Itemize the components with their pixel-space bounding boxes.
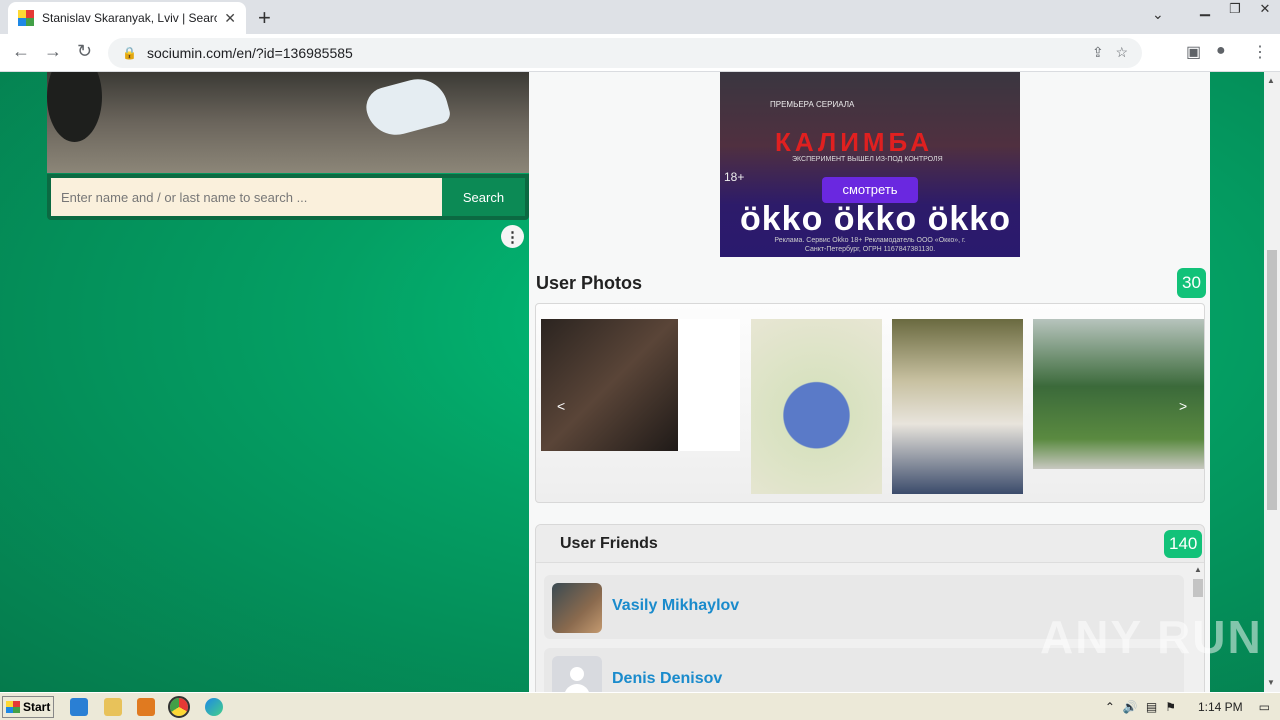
scroll-up-arrow-icon[interactable]: ▲ bbox=[1194, 565, 1202, 574]
default-user-avatar-icon[interactable] bbox=[552, 656, 602, 692]
file-explorer-icon[interactable] bbox=[104, 698, 122, 716]
address-bar[interactable]: 🔒 sociumin.com/en/?id=136985585 ⇪ ☆ bbox=[108, 38, 1142, 68]
page-scrollbar-thumb[interactable] bbox=[1267, 250, 1277, 510]
ad-fine-print: Реклама. Сервис Okko 18+ Рекламодатель О… bbox=[774, 237, 966, 253]
share-and-bookmark-icons[interactable]: ⇪ ☆ bbox=[1092, 44, 1128, 61]
window-controls: ▁ ❐ ✕ bbox=[1190, 0, 1280, 22]
search-input[interactable] bbox=[51, 178, 442, 216]
edge-icon[interactable] bbox=[205, 698, 223, 716]
main-content: ПРЕМЬЕРА СЕРИАЛА КАЛИМБА ЭКСПЕРИМЕНТ ВЫШ… bbox=[529, 72, 1210, 692]
scroll-down-arrow-icon[interactable]: ▼ bbox=[1267, 678, 1275, 687]
friends-count-badge: 140 bbox=[1164, 530, 1203, 558]
ad-okko-logos: ökko ökko ökko bbox=[740, 200, 1011, 238]
new-tab-button[interactable]: + bbox=[258, 5, 271, 31]
start-button[interactable]: Start bbox=[2, 696, 54, 718]
friend-name-link[interactable]: Vasily Mikhaylov bbox=[612, 597, 739, 615]
photo-thumbnail[interactable] bbox=[751, 319, 882, 494]
ad-age-rating: 18+ bbox=[724, 170, 745, 184]
chrome-icon[interactable] bbox=[168, 696, 190, 718]
photo-padding bbox=[678, 319, 740, 451]
ad-title: КАЛИМБА bbox=[775, 127, 934, 157]
clock[interactable]: 1:14 PM bbox=[1198, 700, 1243, 714]
photo-thumbnail[interactable] bbox=[892, 319, 1023, 494]
tray-expand-icon[interactable]: ⌃ bbox=[1105, 700, 1115, 714]
carousel-next-icon[interactable]: > bbox=[1179, 398, 1187, 414]
browser-tab[interactable]: Stanislav Skaranyak, Lviv | Search In ✕ bbox=[8, 2, 246, 34]
more-options-icon[interactable]: ⋮ bbox=[501, 225, 524, 248]
browser-toolbar: ← → ↻ 🔒 sociumin.com/en/?id=136985585 ⇪ … bbox=[0, 34, 1280, 72]
carousel-prev-icon[interactable]: < bbox=[557, 398, 565, 414]
close-window-icon[interactable]: ✕ bbox=[1250, 0, 1280, 22]
system-tray: ⌃ 🔊 ▤ ⚑ 1:14 PM ▭ bbox=[1105, 693, 1280, 720]
volume-icon[interactable]: 🔊 bbox=[1123, 700, 1138, 714]
anyrun-watermark: ANY RUN bbox=[1040, 611, 1263, 663]
ad-subtitle: ЭКСПЕРИМЕНТ ВЫШЕЛ ИЗ-ПОД КОНТРОЛЯ bbox=[792, 156, 943, 163]
friend-avatar[interactable] bbox=[552, 583, 602, 633]
windows-taskbar: Start ⌃ 🔊 ▤ ⚑ 1:14 PM ▭ bbox=[0, 692, 1280, 720]
advertisement-banner[interactable]: ПРЕМЬЕРА СЕРИАЛА КАЛИМБА ЭКСПЕРИМЕНТ ВЫШ… bbox=[720, 72, 1020, 257]
friends-scrollbar-thumb[interactable] bbox=[1193, 579, 1203, 597]
action-center-flag-icon[interactable]: ⚑ bbox=[1165, 700, 1176, 714]
side-panel-icon[interactable]: ▣ bbox=[1186, 42, 1201, 62]
friends-header: User Friends 140 bbox=[536, 525, 1204, 563]
menu-kebab-icon[interactable]: ⋮ bbox=[1252, 42, 1268, 62]
minimize-icon[interactable]: ▁ bbox=[1190, 0, 1220, 22]
user-friends-panel: User Friends 140 Vasily Mikhaylov Denis … bbox=[535, 524, 1205, 692]
cover-tire-shape bbox=[47, 72, 102, 142]
page-scrollbar[interactable]: ▲ ▼ bbox=[1264, 72, 1280, 692]
photo-thumbnail[interactable] bbox=[1033, 319, 1204, 469]
show-desktop-icon[interactable]: ▭ bbox=[1259, 700, 1270, 714]
media-player-icon[interactable] bbox=[137, 698, 155, 716]
internet-explorer-icon[interactable] bbox=[70, 698, 88, 716]
browser-tabbar: Stanislav Skaranyak, Lviv | Search In ✕ … bbox=[0, 0, 1280, 34]
search-button[interactable]: Search bbox=[442, 178, 525, 216]
profile-icon[interactable]: ● bbox=[1216, 42, 1226, 60]
lock-icon: 🔒 bbox=[122, 46, 137, 60]
ad-premiere-text: ПРЕМЬЕРА СЕРИАЛА bbox=[770, 100, 855, 109]
windows-logo-icon bbox=[6, 701, 20, 713]
tab-search-chevron-icon[interactable]: ⌄ bbox=[1152, 6, 1164, 23]
photo-thumbnail[interactable] bbox=[541, 319, 678, 451]
cover-shoe-shape bbox=[361, 72, 453, 142]
network-icon[interactable]: ▤ bbox=[1146, 700, 1157, 714]
forward-arrow-icon[interactable]: → bbox=[44, 41, 62, 62]
page-viewport: Search ⋮ ПРЕМЬЕРА СЕРИАЛА КАЛИМБА ЭКСПЕР… bbox=[0, 72, 1264, 692]
site-favicon-icon bbox=[18, 10, 34, 26]
start-label: Start bbox=[23, 700, 51, 714]
scroll-up-arrow-icon[interactable]: ▲ bbox=[1267, 76, 1275, 85]
profile-cover-photo bbox=[47, 72, 529, 173]
user-friends-heading: User Friends bbox=[560, 535, 658, 552]
url-text: sociumin.com/en/?id=136985585 bbox=[146, 45, 353, 61]
close-tab-icon[interactable]: ✕ bbox=[224, 10, 236, 27]
photos-count-badge: 30 bbox=[1177, 268, 1206, 298]
restore-icon[interactable]: ❐ bbox=[1220, 0, 1250, 22]
search-bar: Search bbox=[47, 174, 529, 220]
reload-icon[interactable]: ↻ bbox=[77, 41, 92, 62]
friend-name-link[interactable]: Denis Denisov bbox=[612, 670, 722, 688]
user-photos-heading: User Photos bbox=[536, 273, 643, 293]
tab-title: Stanislav Skaranyak, Lviv | Search In bbox=[42, 11, 217, 25]
photos-carousel: < > bbox=[535, 303, 1205, 503]
back-arrow-icon[interactable]: ← bbox=[12, 41, 30, 62]
